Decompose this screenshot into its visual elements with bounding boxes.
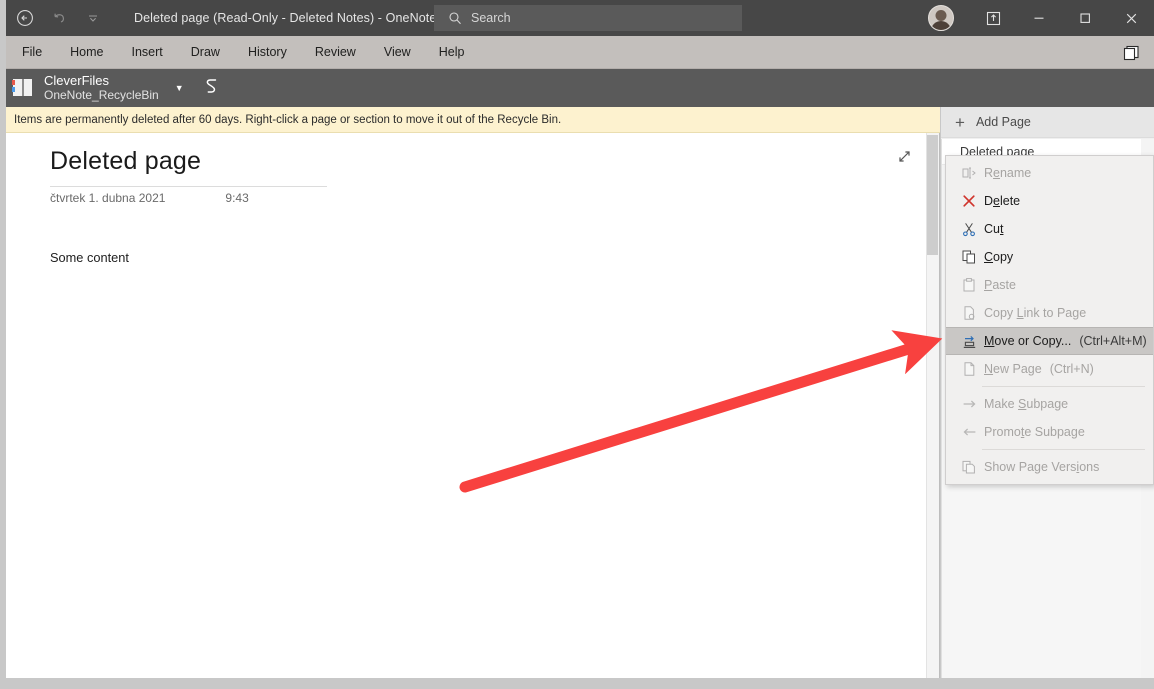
context-menu-item-label: Rename — [984, 166, 1032, 180]
ribbon-tab-bar: File Home Insert Draw History Review Vie… — [0, 36, 1154, 69]
page-scrollbar-thumb[interactable] — [927, 135, 938, 255]
tab-help[interactable]: Help — [425, 36, 479, 69]
tab-review[interactable]: Review — [301, 36, 370, 69]
tab-insert[interactable]: Insert — [118, 36, 177, 69]
customize-qat-icon-svg — [89, 15, 97, 22]
context-menu-item-show-page-versions: Show Page Versions — [946, 453, 1153, 481]
delete-x-icon — [954, 187, 984, 215]
copy-icon — [954, 243, 984, 271]
context-menu-item-copy-link-to-page: Copy Link to Page — [946, 299, 1153, 327]
context-menu-item-delete[interactable]: Delete — [946, 187, 1153, 215]
search-icon — [449, 12, 461, 25]
full-page-view-icon[interactable] — [1118, 42, 1144, 64]
page-date: čtvrtek 1. dubna 2021 — [50, 191, 166, 205]
context-menu-item-label: Copy Link to Page — [984, 306, 1087, 320]
notebook-bar: CleverFiles OneNote_RecycleBin ▼ Deleted… — [0, 69, 1154, 176]
tab-draw[interactable]: Draw — [177, 36, 234, 69]
context-menu-item-label: Paste — [984, 278, 1016, 292]
expand-diagonal-icon[interactable] — [893, 145, 915, 167]
back-circle-icon[interactable] — [8, 1, 42, 35]
minimize-icon — [1034, 17, 1044, 19]
page-metadata: čtvrtek 1. dubna 2021 9:43 — [50, 191, 249, 205]
copy-link-icon — [954, 299, 984, 327]
new-page-icon — [954, 355, 984, 383]
context-menu-item-cut[interactable]: Cut — [946, 215, 1153, 243]
close-icon — [1126, 13, 1136, 23]
context-menu-item-paste: Paste — [946, 271, 1153, 299]
context-menu-item-copy[interactable]: Copy — [946, 243, 1153, 271]
ribbon-display-icon-svg — [986, 11, 1000, 25]
context-menu-item-shortcut: (Ctrl+Alt+M) — [1079, 334, 1147, 348]
context-menu-item-label: New Page — [984, 362, 1042, 376]
context-menu-item-shortcut: (Ctrl+N) — [1049, 362, 1094, 376]
chevron-down-icon[interactable]: ▼ — [175, 83, 184, 93]
notebook-labels: CleverFiles OneNote_RecycleBin — [44, 72, 159, 103]
recycle-bin-notice: Items are permanently deleted after 60 d… — [0, 107, 940, 133]
minimize-button[interactable] — [1016, 0, 1062, 36]
full-page-view-icon-svg — [1123, 45, 1139, 61]
notebook-icon — [12, 78, 34, 98]
tab-history[interactable]: History — [234, 36, 301, 69]
window-controls — [928, 0, 1154, 36]
context-menu-item-new-page: New Page (Ctrl+N) — [946, 355, 1153, 383]
ribbon-display-options-icon[interactable] — [970, 0, 1016, 36]
context-menu-separator — [982, 386, 1145, 387]
context-menu-item-label: Make Subpage — [984, 397, 1069, 411]
page-context-menu: Rename Delete Cut Copy Paste Copy Link to Pag… — [945, 155, 1154, 485]
context-menu-item-rename: Rename — [946, 159, 1153, 187]
back-circle-icon-svg — [17, 10, 33, 26]
tab-file[interactable]: File — [8, 36, 56, 69]
plus-icon: + — [955, 112, 965, 132]
arrow-left-icon — [954, 418, 984, 446]
context-menu-item-make-subpage: Make Subpage — [946, 390, 1153, 418]
title-bar: Deleted page (Read-Only - Deleted Notes)… — [0, 0, 1154, 36]
search-placeholder: Search — [471, 11, 511, 25]
context-menu-separator — [982, 449, 1145, 450]
tab-home[interactable]: Home — [56, 36, 117, 69]
page-time: 9:43 — [225, 191, 249, 205]
onenote-window: Deleted page (Read-Only - Deleted Notes)… — [0, 0, 1154, 689]
paste-icon — [954, 271, 984, 299]
maximize-button[interactable] — [1062, 0, 1108, 36]
maximize-icon — [1080, 13, 1090, 23]
rename-icon — [954, 159, 984, 187]
context-menu-item-label: Cut — [984, 222, 1004, 236]
sync-back-arrow-icon-svg — [206, 79, 216, 93]
page-canvas: Deleted page čtvrtek 1. dubna 2021 9:43 … — [0, 133, 940, 678]
page-body-text[interactable]: Some content — [50, 250, 129, 265]
undo-icon-svg — [54, 13, 65, 23]
title-divider — [50, 186, 327, 187]
page-title[interactable]: Deleted page — [50, 147, 201, 176]
context-menu-item-label: Copy — [984, 250, 1014, 264]
context-menu-item-move-or-copy[interactable]: Move or Copy... (Ctrl+Alt+M) — [946, 327, 1153, 355]
add-page-button[interactable]: + Add Page — [941, 107, 1154, 138]
search-box[interactable]: Search — [434, 5, 742, 31]
context-menu-item-label: Move or Copy... — [984, 334, 1072, 348]
notebook-subtitle: OneNote_RecycleBin — [44, 87, 159, 102]
close-button[interactable] — [1108, 0, 1154, 36]
user-avatar[interactable] — [928, 5, 954, 31]
expand-diagonal-icon-svg — [898, 150, 910, 162]
context-menu-item-label: Promote Subpage — [984, 425, 1085, 439]
context-menu-item-promote-subpage: Promote Subpage — [946, 418, 1153, 446]
page-scrollbar[interactable] — [926, 133, 939, 678]
window-title: Deleted page (Read-Only - Deleted Notes)… — [134, 11, 437, 25]
sync-back-arrow-icon[interactable] — [204, 77, 220, 99]
notebook-selector[interactable]: CleverFiles OneNote_RecycleBin ▼ — [0, 69, 220, 107]
chevron-down-icon[interactable] — [76, 1, 110, 35]
context-menu-item-label: Delete — [984, 194, 1021, 208]
notebook-name: CleverFiles — [44, 72, 110, 88]
undo-icon[interactable] — [42, 1, 76, 35]
add-page-label: Add Page — [975, 115, 1031, 129]
arrow-right-icon — [954, 390, 984, 418]
page-versions-icon — [954, 453, 984, 481]
tab-view[interactable]: View — [370, 36, 425, 69]
move-or-copy-icon — [954, 327, 984, 355]
context-menu-item-label: Show Page Versions — [984, 460, 1100, 474]
cut-scissors-icon — [954, 215, 984, 243]
